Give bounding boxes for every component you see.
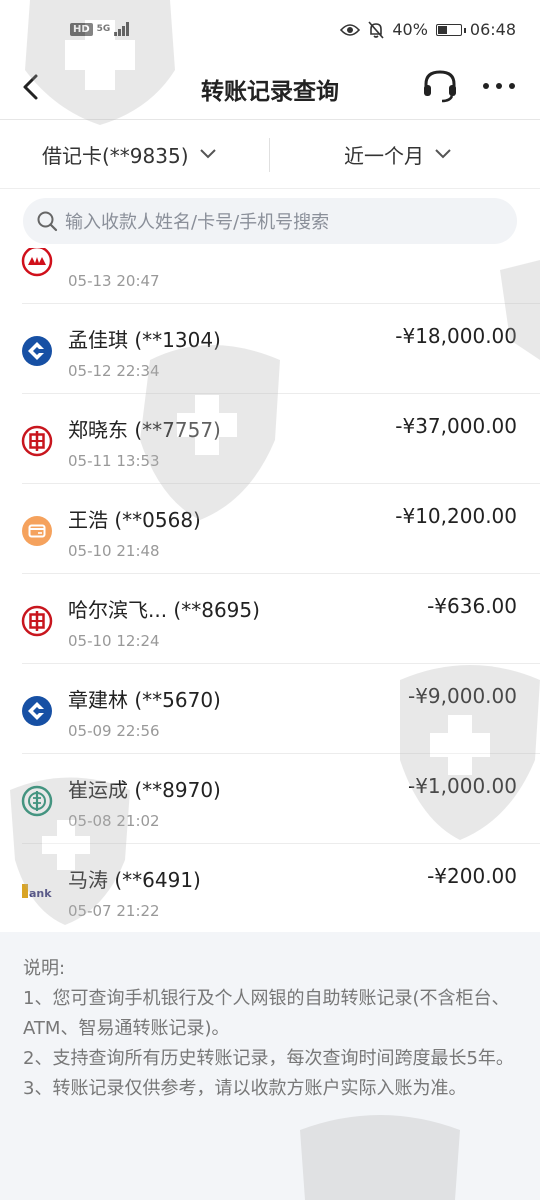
transfer-time: 05-08 21:02	[68, 812, 160, 830]
card-icon	[22, 516, 52, 546]
transfer-time: 05-12 22:34	[68, 362, 160, 380]
note-item: 2、支持查询所有历史转账记录，每次查询时间跨度最长5年。	[23, 1048, 514, 1069]
transfer-row[interactable]: 孟佳琪 (**1304) 05-12 22:34 -¥18,000.00	[0, 304, 540, 394]
transfer-name: 哈尔滨飞... (**8695)	[68, 598, 260, 622]
note-item: 3、转账记录仅供参考，请以收款方账户实际入账为准。	[23, 1078, 467, 1099]
transfer-time: 05-09 22:56	[68, 722, 160, 740]
filter-bar: 借记卡(**9835) 近一个月	[0, 120, 540, 188]
headset-icon	[424, 70, 456, 103]
notes-title: 说明:	[23, 958, 66, 979]
bank-logo-icon: ank	[22, 884, 52, 900]
customer-service-button[interactable]	[420, 68, 460, 104]
transfer-name: 王浩 (**0568)	[68, 508, 201, 532]
transfer-row[interactable]: 章建林 (**5670) 05-09 22:56 -¥9,000.00	[0, 664, 540, 754]
transfer-amount: -¥1,000.00	[407, 774, 517, 798]
status-left: HD 5G	[70, 22, 130, 36]
transfer-amount: -¥18,000.00	[395, 324, 517, 348]
filter-divider	[269, 138, 270, 172]
time-range-selector[interactable]: 近一个月	[344, 120, 452, 188]
search-icon	[37, 211, 58, 232]
more-dots-icon	[483, 83, 515, 89]
battery-percent: 40%	[392, 20, 428, 39]
search-input[interactable]: 输入收款人姓名/卡号/手机号搜索	[23, 198, 517, 244]
ccb-bank-icon	[22, 696, 52, 726]
header-bar: 转账记录查询	[0, 58, 540, 118]
icbc-bank-icon	[21, 605, 53, 637]
svg-text:ank: ank	[29, 887, 52, 900]
chevron-down-icon	[199, 149, 216, 159]
transfer-time: 05-11 13:53	[68, 452, 160, 470]
transfer-amount: -¥10,200.00	[395, 504, 517, 528]
more-button[interactable]	[480, 74, 520, 98]
clock: 06:48	[469, 20, 516, 39]
transfer-name: 崔运成 (**8970)	[68, 778, 221, 802]
transfer-name: 孟佳琪 (**1304)	[68, 328, 221, 352]
battery-icon	[435, 23, 466, 36]
card-selector[interactable]: 借记卡(**9835)	[42, 120, 217, 188]
transfer-amount: -¥636.00	[427, 594, 517, 618]
status-bar: HD 5G 40% 06:48	[0, 0, 540, 64]
cmb-bank-icon	[21, 248, 53, 277]
transfer-amount: -¥200.00	[427, 864, 517, 888]
filter-divider-line	[0, 188, 540, 189]
transfer-row[interactable]: ank 马涛 (**6491) 05-07 21:22 -¥200.00	[0, 844, 540, 932]
transfer-name: 章建林 (**5670)	[68, 688, 221, 712]
transfer-time: 05-07 21:22	[68, 902, 160, 920]
icbc-bank-icon	[21, 425, 53, 457]
transfer-time: 05-10 21:48	[68, 542, 160, 560]
mute-bell-icon	[368, 20, 384, 39]
hd-badge: HD	[70, 22, 93, 36]
transfer-time: 05-10 12:24	[68, 632, 160, 650]
signal-icon	[114, 22, 130, 36]
transfer-row[interactable]: 郑晓东 (**7757) 05-11 13:53 -¥37,000.00	[0, 394, 540, 484]
search-placeholder: 输入收款人姓名/卡号/手机号搜索	[65, 212, 330, 233]
transfer-row[interactable]: 崔运成 (**8970) 05-08 21:02 -¥1,000.00	[0, 754, 540, 844]
transfer-time: 05-13 20:47	[68, 272, 160, 290]
time-range-label: 近一个月	[344, 143, 424, 168]
chevron-down-icon	[435, 149, 451, 159]
transfer-row[interactable]: 王浩 (**0568) 05-10 21:48 -¥10,200.00	[0, 484, 540, 574]
transfer-name: 马涛 (**6491)	[68, 868, 201, 892]
network-type: 5G	[96, 23, 111, 34]
transfer-amount: -¥37,000.00	[395, 414, 517, 438]
note-item: 1、您可查询手机银行及个人网银的自助转账记录(不含柜台、ATM、智易通转账记录)…	[23, 988, 510, 1039]
notes-section: 说明: 1、您可查询手机银行及个人网银的自助转账记录(不含柜台、ATM、智易通转…	[0, 932, 540, 1200]
eye-icon	[340, 23, 361, 36]
transfer-amount: -¥9,000.00	[407, 684, 517, 708]
status-right: 40% 06:48	[340, 20, 516, 39]
ccb-bank-icon	[22, 336, 52, 366]
transfer-list[interactable]: 05-13 20:47 孟佳琪 (**1304) 05-12 22:34 -¥1…	[0, 248, 540, 932]
abc-bank-icon	[21, 785, 53, 817]
card-selector-label: 借记卡(**9835)	[42, 143, 189, 168]
transfer-row[interactable]: 哈尔滨飞... (**8695) 05-10 12:24 -¥636.00	[0, 574, 540, 664]
transfer-name: 郑晓东 (**7757)	[68, 418, 221, 442]
transfer-row[interactable]: 05-13 20:47	[0, 248, 540, 304]
